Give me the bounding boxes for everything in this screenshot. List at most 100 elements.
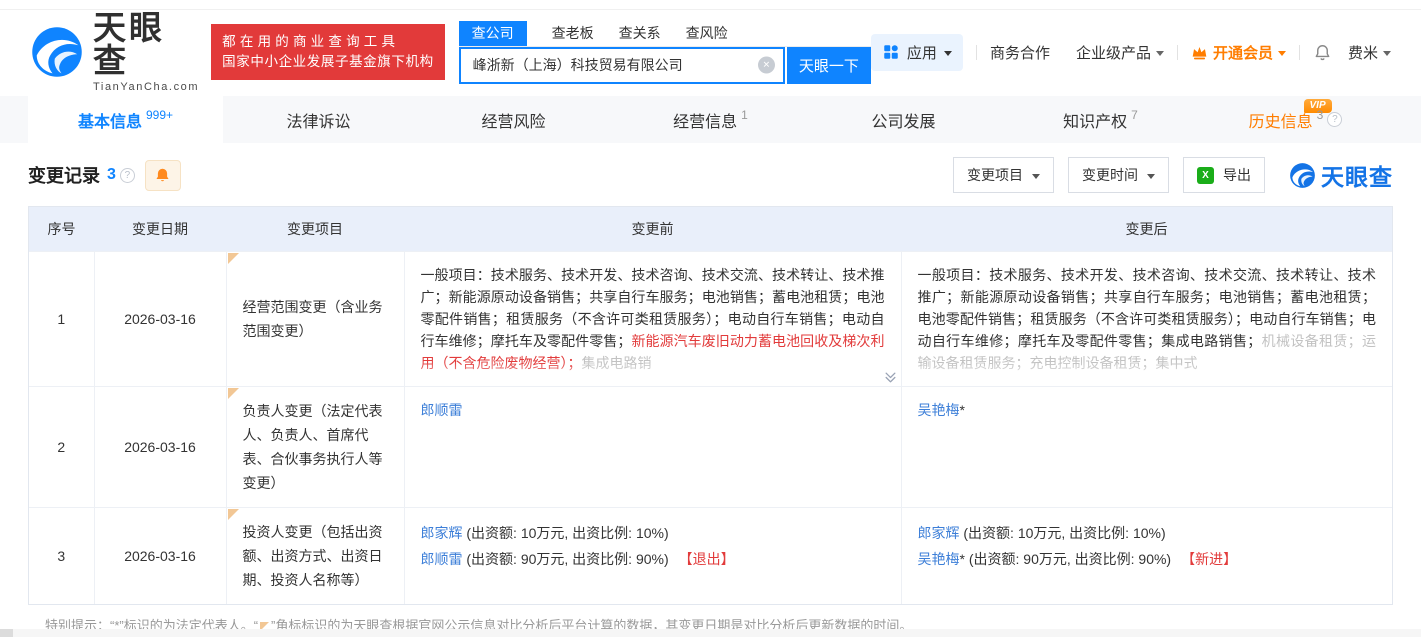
apps-label: 应用 <box>907 42 937 63</box>
change-before: 郎家辉 (出资额: 10万元, 出资比例: 10%) 郎顺雷 (出资额: 90万… <box>404 507 901 604</box>
table-header-row: 序号 变更日期 变更项目 变更前 变更后 <box>29 207 1392 251</box>
nav-business-cooperation[interactable]: 商务合作 <box>990 42 1050 63</box>
search-tab-company[interactable]: 查公司 <box>459 21 527 46</box>
clear-input-icon[interactable]: ✕ <box>758 57 775 74</box>
apps-grid-icon <box>882 43 900 61</box>
col-header-before: 变更前 <box>404 207 901 251</box>
top-divider <box>0 0 1421 10</box>
excel-icon: X <box>1197 167 1214 184</box>
change-date: 2026-03-16 <box>94 386 226 507</box>
tianyancha-logo[interactable]: 天眼查 TianYanCha.com <box>30 11 199 93</box>
change-item: 负责人变更（法定代表人、负责人、首席代表、合伙事务执行人等变更） <box>226 386 404 507</box>
scrollbar-thumb[interactable] <box>0 629 13 637</box>
tab-operation-info[interactable]: 经营信息1 <box>613 96 808 143</box>
computed-corner-mark <box>228 253 239 264</box>
change-date: 2026-03-16 <box>94 251 226 386</box>
chevron-down-icon <box>1278 51 1286 56</box>
row-index: 1 <box>29 251 94 386</box>
divider <box>976 45 977 60</box>
tab-intellectual-property[interactable]: 知识产权7 <box>1003 96 1198 143</box>
chevron-down-icon <box>1032 174 1040 179</box>
section-title: 变更记录 <box>28 162 100 188</box>
search-tabs: 查公司 查老板 查关系 查风险 <box>459 21 871 47</box>
person-link[interactable]: 郎家辉 <box>421 525 463 541</box>
search-input[interactable] <box>459 47 785 84</box>
investor-entry: 郎家辉 (出资额: 10万元, 出资比例: 10%) <box>918 520 1377 546</box>
search-button[interactable]: 天眼一下 <box>787 47 871 84</box>
change-item: 经营范围变更（含业务范围变更） <box>226 251 404 386</box>
investor-entry: 郎家辉 (出资额: 10万元, 出资比例: 10%) <box>421 520 885 546</box>
section-count: 3 <box>107 166 116 184</box>
site-header: 天眼查 TianYanCha.com 都在用的商业查询工具 国家中小企业发展子基… <box>0 10 1421 96</box>
change-after: 郎家辉 (出资额: 10万元, 出资比例: 10%) 吴艳梅* (出资额: 90… <box>901 507 1392 604</box>
chevron-down-icon <box>1156 51 1164 56</box>
change-before: 郎顺雷 <box>404 386 901 507</box>
nav-open-vip[interactable]: 开通会员 <box>1191 42 1286 63</box>
apps-menu[interactable]: 应用 <box>871 34 963 71</box>
col-header-after: 变更后 <box>901 207 1392 251</box>
computed-corner-mark <box>228 509 239 520</box>
table-row: 1 2026-03-16 经营范围变更（含业务范围变更） 一般项目：技术服务、技… <box>29 251 1392 386</box>
tab-operation-risk[interactable]: 经营风险 <box>418 96 613 143</box>
person-link[interactable]: 郎顺雷 <box>421 402 463 418</box>
tab-basic-info[interactable]: 基本信息999+ <box>28 96 223 143</box>
search-area: 查公司 查老板 查关系 查风险 ✕ 天眼一下 <box>459 21 871 84</box>
crown-icon <box>1191 45 1208 60</box>
username: 费米 <box>1348 42 1378 63</box>
search-tab-relation[interactable]: 查关系 <box>619 21 661 46</box>
export-button[interactable]: X 导出 <box>1183 157 1265 193</box>
row-index: 3 <box>29 507 94 604</box>
change-after: 吴艳梅* <box>901 386 1392 507</box>
nav-enterprise-products[interactable]: 企业级产品 <box>1076 42 1164 63</box>
col-header-index: 序号 <box>29 207 94 251</box>
legal-rep-asterisk: * <box>960 551 965 567</box>
search-tab-boss[interactable]: 查老板 <box>552 21 594 46</box>
logo-title: 天眼查 <box>93 11 199 77</box>
change-after: 一般项目：技术服务、技术开发、技术咨询、技术交流、技术转让、技术推广；新能源原动… <box>901 251 1392 386</box>
change-date: 2026-03-16 <box>94 507 226 604</box>
legal-rep-asterisk: * <box>960 402 965 418</box>
tianyancha-swirl-icon <box>30 25 84 79</box>
person-link[interactable]: 吴艳梅 <box>918 551 960 567</box>
filter-change-time-dropdown[interactable]: 变更时间 <box>1068 157 1169 193</box>
help-icon[interactable]: ? <box>120 168 135 183</box>
help-icon[interactable]: ? <box>1327 112 1342 127</box>
change-record-section-bar: 变更记录 3 ? 变更项目 变更时间 X 导出 天眼查 <box>28 156 1393 194</box>
col-header-date: 变更日期 <box>94 207 226 251</box>
change-before: 一般项目：技术服务、技术开发、技术咨询、技术交流、技术转让、技术推广；新能源原动… <box>404 251 901 386</box>
table-row: 2 2026-03-16 负责人变更（法定代表人、负责人、首席代表、合伙事务执行… <box>29 386 1392 507</box>
change-record-table: 序号 变更日期 变更项目 变更前 变更后 1 2026-03-16 经营范围变更… <box>28 206 1393 605</box>
divider <box>1177 45 1178 60</box>
person-link[interactable]: 吴艳梅 <box>918 402 960 418</box>
tianyancha-watermark: 天眼查 <box>1289 158 1393 192</box>
tab-company-development[interactable]: 公司发展 <box>808 96 1003 143</box>
filter-change-item-dropdown[interactable]: 变更项目 <box>953 157 1054 193</box>
person-link[interactable]: 郎顺雷 <box>421 551 463 567</box>
tab-history-info[interactable]: VIP 历史信息 3 ? <box>1198 96 1393 143</box>
col-header-item: 变更项目 <box>226 207 404 251</box>
chevron-down-icon <box>1147 174 1155 179</box>
expand-chevron-double-down-icon[interactable] <box>884 371 897 384</box>
investor-entry: 吴艳梅* (出资额: 90万元, 出资比例: 90%)【新进】 <box>918 546 1377 572</box>
tab-legal-litigation[interactable]: 法律诉讼 <box>223 96 418 143</box>
row-index: 2 <box>29 386 94 507</box>
banner-line-2: 国家中小企业发展子基金旗下机构 <box>222 52 434 72</box>
chevron-down-icon <box>944 51 952 56</box>
investor-entry: 郎顺雷 (出资额: 90万元, 出资比例: 90%)【退出】 <box>421 546 885 572</box>
new-tag: 【新进】 <box>1181 551 1237 567</box>
table-row: 3 2026-03-16 投资人变更（包括出资额、出资方式、出资日期、投资人名称… <box>29 507 1392 604</box>
notifications-bell-icon[interactable] <box>1313 43 1332 62</box>
change-item: 投资人变更（包括出资额、出资方式、出资日期、投资人名称等） <box>226 507 404 604</box>
company-tab-bar: 基本信息999+ 法律诉讼 经营风险 经营信息1 公司发展 知识产权7 VIP … <box>0 96 1421 143</box>
header-nav: 应用 商务合作 企业级产品 开通会员 <box>871 34 1391 71</box>
person-link[interactable]: 郎家辉 <box>918 525 960 541</box>
horizontal-scrollbar[interactable] <box>0 629 1421 637</box>
logo-subtitle: TianYanCha.com <box>93 82 199 93</box>
divider <box>1299 45 1300 60</box>
nav-user-menu[interactable]: 费米 <box>1348 42 1391 63</box>
banner-line-1: 都在用的商业查询工具 <box>222 32 434 52</box>
promo-banner: 都在用的商业查询工具 国家中小企业发展子基金旗下机构 <box>211 24 445 80</box>
subscribe-bell-button[interactable] <box>145 160 181 191</box>
search-tab-risk[interactable]: 查风险 <box>686 21 728 46</box>
computed-corner-mark <box>228 388 239 399</box>
